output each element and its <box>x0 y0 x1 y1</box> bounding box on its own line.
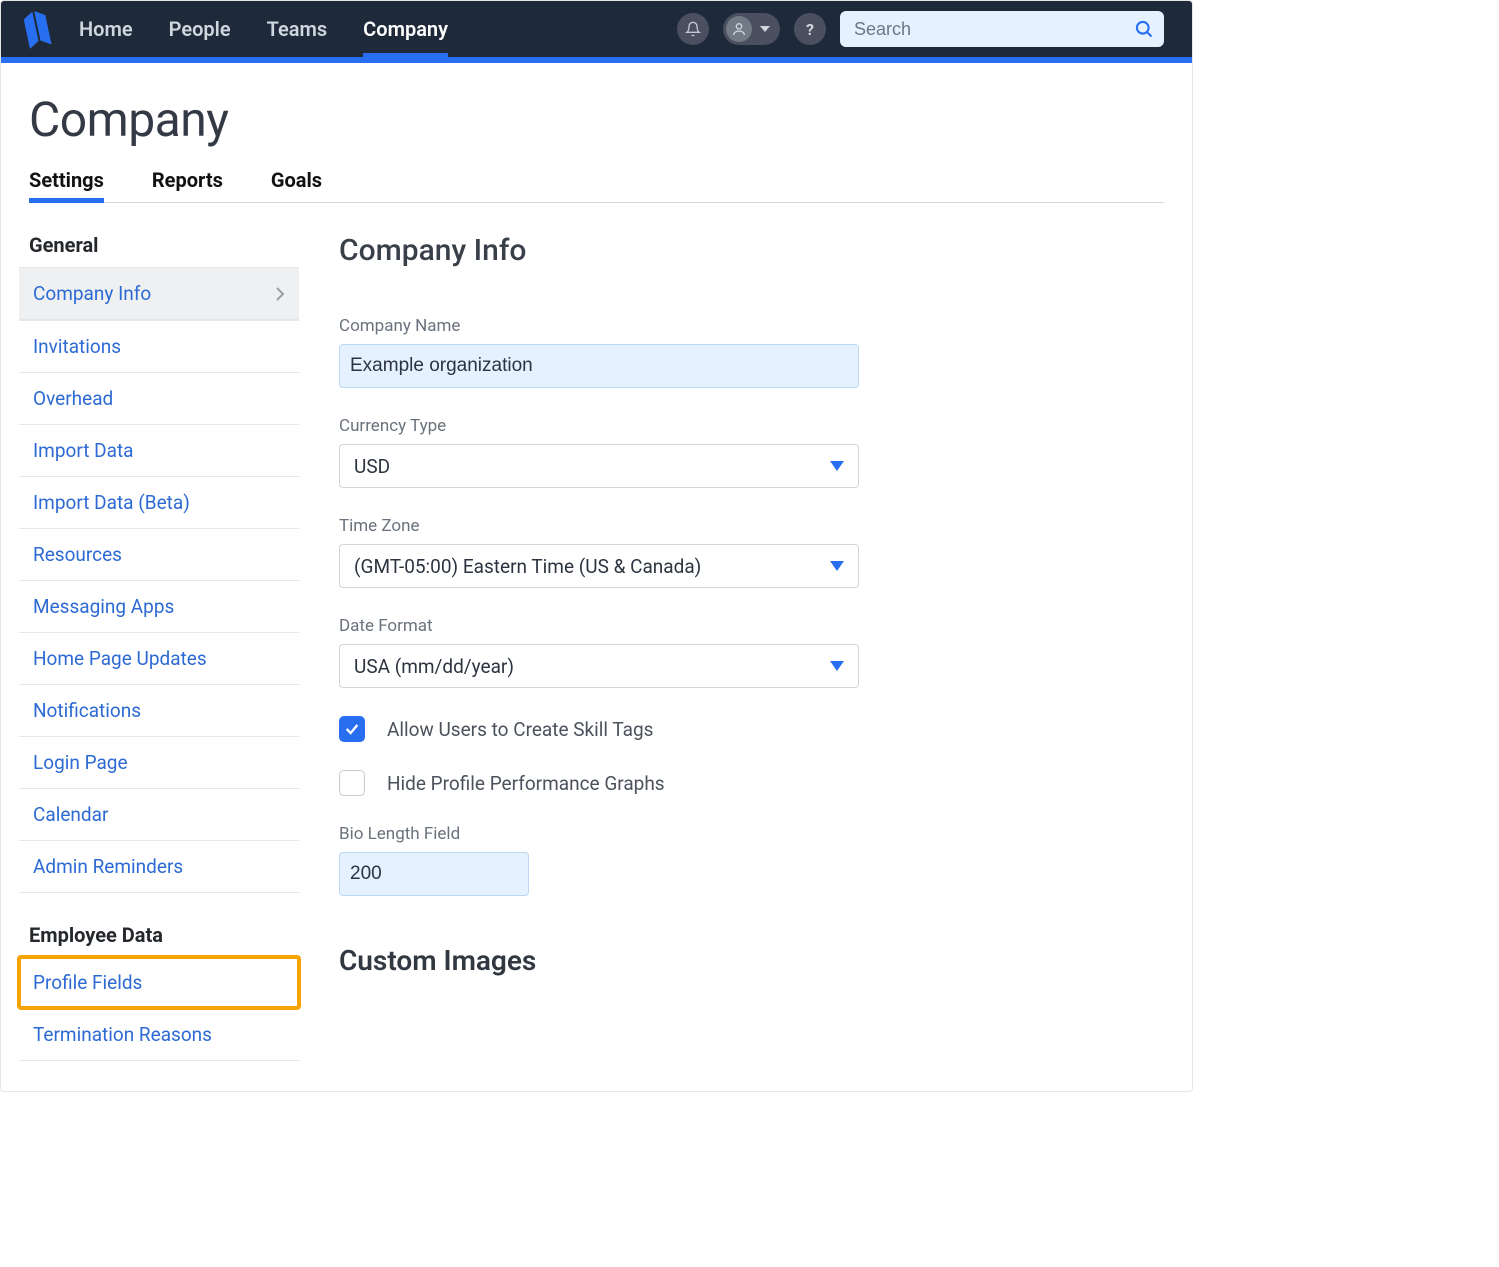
triangle-down-icon <box>830 661 844 671</box>
tab-goals[interactable]: Goals <box>271 168 322 202</box>
checkbox-allow-skill-tags[interactable] <box>339 716 365 742</box>
sidebar-item-label: Overhead <box>33 387 113 410</box>
sidebar-item-resources[interactable]: Resources <box>19 529 299 580</box>
sidebar-item-import-data-beta[interactable]: Import Data (Beta) <box>19 477 299 528</box>
main-content: Company Info Company Name Currency Type … <box>339 233 1164 1091</box>
caret-down-icon <box>760 24 770 34</box>
label-allow-skill-tags: Allow Users to Create Skill Tags <box>387 718 653 741</box>
sidebar-item-label: Login Page <box>33 751 128 774</box>
select-value: USA (mm/dd/year) <box>354 655 514 678</box>
top-nav: Home People Teams Company <box>79 1 448 57</box>
select-currency-type[interactable]: USD <box>339 444 859 488</box>
avatar-icon <box>726 16 752 42</box>
nav-teams[interactable]: Teams <box>267 1 328 57</box>
tab-settings[interactable]: Settings <box>29 168 104 202</box>
nav-people[interactable]: People <box>169 1 231 57</box>
sidebar-item-label: Resources <box>33 543 122 566</box>
section-heading-company-info: Company Info <box>339 233 1164 268</box>
help-button[interactable]: ? <box>794 13 826 45</box>
question-icon: ? <box>806 20 814 39</box>
sidebar-item-notifications[interactable]: Notifications <box>19 685 299 736</box>
topbar: Home People Teams Company ? <box>1 1 1192 57</box>
topbar-right: ? <box>677 11 1164 47</box>
sidebar-item-label: Profile Fields <box>33 971 142 994</box>
sidebar-item-import-data[interactable]: Import Data <box>19 425 299 476</box>
brand-logo[interactable] <box>13 5 61 53</box>
bell-icon <box>685 21 701 37</box>
label-currency-type: Currency Type <box>339 416 1164 436</box>
sidebar-item-label: Calendar <box>33 803 108 826</box>
sidebar-item-label: Home Page Updates <box>33 647 207 670</box>
sidebar-item-label: Import Data <box>33 439 134 462</box>
sidebar-item-label: Company Info <box>33 282 151 305</box>
nav-home[interactable]: Home <box>79 1 133 57</box>
select-date-format[interactable]: USA (mm/dd/year) <box>339 644 859 688</box>
section-heading-custom-images: Custom Images <box>339 944 1164 977</box>
label-company-name: Company Name <box>339 316 1164 336</box>
sidebar-item-login-page[interactable]: Login Page <box>19 737 299 788</box>
sidebar-item-admin-reminders[interactable]: Admin Reminders <box>19 841 299 892</box>
sidebar-item-invitations[interactable]: Invitations <box>19 321 299 372</box>
sidebar-item-label: Notifications <box>33 699 141 722</box>
subtabs: Settings Reports Goals <box>29 168 1164 203</box>
sidebar: General Company Info Invitations Overhea… <box>19 233 299 1091</box>
select-value: USD <box>354 455 390 478</box>
notifications-button[interactable] <box>677 13 709 45</box>
sidebar-item-label: Invitations <box>33 335 121 358</box>
sidebar-item-label: Admin Reminders <box>33 855 183 878</box>
sidebar-item-messaging-apps[interactable]: Messaging Apps <box>19 581 299 632</box>
input-bio-length[interactable] <box>339 852 529 896</box>
tab-reports[interactable]: Reports <box>152 168 223 202</box>
label-time-zone: Time Zone <box>339 516 1164 536</box>
label-hide-graphs: Hide Profile Performance Graphs <box>387 772 665 795</box>
user-menu[interactable] <box>723 13 780 45</box>
sidebar-section-employee-data: Employee Data <box>29 923 299 947</box>
label-bio-length: Bio Length Field <box>339 824 1164 844</box>
page-title: Company <box>29 91 1164 148</box>
search-input[interactable] <box>840 11 1164 47</box>
check-icon <box>344 721 360 737</box>
sidebar-item-profile-fields[interactable]: Profile Fields <box>19 957 299 1008</box>
chevron-right-icon <box>275 287 285 301</box>
sidebar-item-label: Termination Reasons <box>33 1023 212 1046</box>
select-time-zone[interactable]: (GMT-05:00) Eastern Time (US & Canada) <box>339 544 859 588</box>
select-value: (GMT-05:00) Eastern Time (US & Canada) <box>354 555 701 578</box>
search-wrap <box>840 11 1164 47</box>
sidebar-section-general: General <box>29 233 299 257</box>
sidebar-item-overhead[interactable]: Overhead <box>19 373 299 424</box>
sidebar-item-label: Messaging Apps <box>33 595 174 618</box>
sidebar-item-termination-reasons[interactable]: Termination Reasons <box>19 1009 299 1060</box>
sidebar-item-calendar[interactable]: Calendar <box>19 789 299 840</box>
sidebar-item-home-page-updates[interactable]: Home Page Updates <box>19 633 299 684</box>
input-company-name[interactable] <box>339 344 859 388</box>
sidebar-item-label: Import Data (Beta) <box>33 491 190 514</box>
triangle-down-icon <box>830 561 844 571</box>
sidebar-item-company-info[interactable]: Company Info <box>19 267 299 320</box>
triangle-down-icon <box>830 461 844 471</box>
checkbox-hide-graphs[interactable] <box>339 770 365 796</box>
nav-company[interactable]: Company <box>363 1 448 57</box>
label-date-format: Date Format <box>339 616 1164 636</box>
